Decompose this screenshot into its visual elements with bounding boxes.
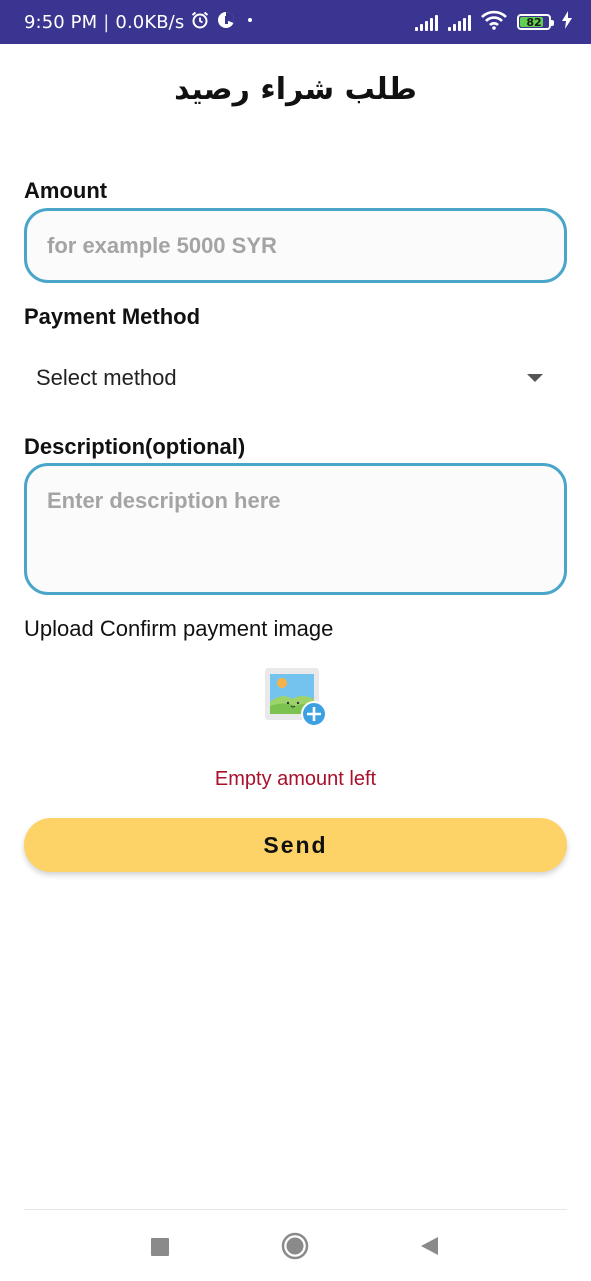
recents-icon[interactable] xyxy=(150,1232,170,1265)
page-title: طلب شراء رصيد xyxy=(174,72,417,107)
network-speed: 0.0KB/s xyxy=(115,11,185,33)
description-input[interactable] xyxy=(24,463,567,595)
amount-input[interactable] xyxy=(24,208,567,283)
charging-icon xyxy=(561,10,573,34)
signal-icon-2 xyxy=(448,13,471,31)
amount-label: Amount xyxy=(24,178,108,203)
upload-label: Upload Confirm payment image xyxy=(24,616,334,641)
add-image-icon xyxy=(265,668,327,727)
upload-image-button[interactable] xyxy=(264,668,328,728)
battery-level: 82 xyxy=(526,15,542,29)
payment-method-label: Payment Method xyxy=(24,304,201,329)
status-separator: | xyxy=(103,11,110,33)
dot-icon xyxy=(242,12,258,33)
battery-icon: 82 xyxy=(517,14,554,30)
navigation-bar xyxy=(24,1209,567,1281)
status-time: 9:50 PM xyxy=(24,11,98,33)
status-bar-right: 82 xyxy=(415,10,573,35)
data-saver-icon xyxy=(216,10,236,35)
dropdown-arrow-icon xyxy=(527,374,543,382)
error-message: Empty amount left xyxy=(214,768,377,790)
payment-method-dropdown[interactable]: Select method xyxy=(24,352,567,404)
home-icon[interactable] xyxy=(281,1232,309,1265)
payment-method-selected: Select method xyxy=(36,365,177,390)
send-button[interactable]: Send xyxy=(24,818,567,872)
status-bar-left: 9:50 PM | 0.0KB/s xyxy=(24,10,258,35)
back-icon[interactable] xyxy=(419,1232,439,1265)
status-bar: 9:50 PM | 0.0KB/s 82 xyxy=(0,0,591,44)
signal-icon xyxy=(415,13,438,31)
wifi-icon xyxy=(481,10,507,35)
description-label: Description(optional) xyxy=(24,434,246,459)
alarm-icon xyxy=(190,10,210,35)
